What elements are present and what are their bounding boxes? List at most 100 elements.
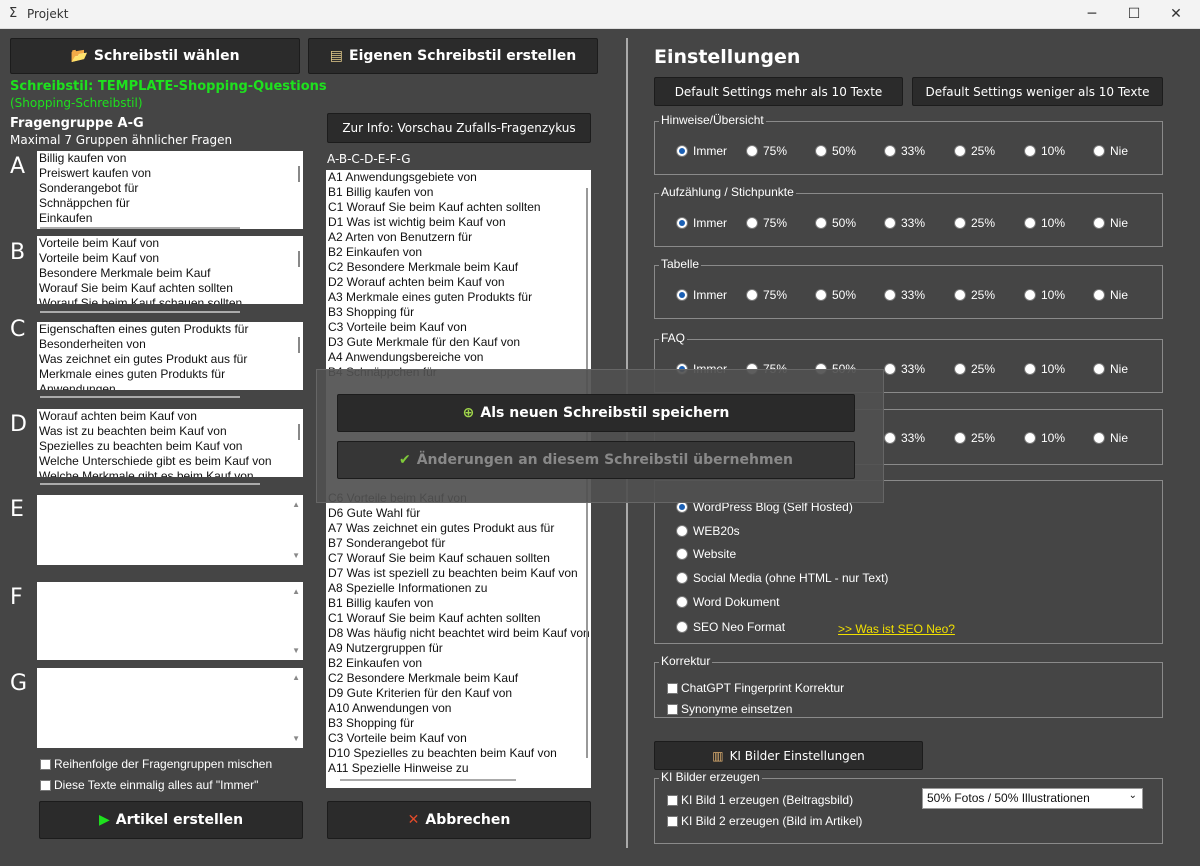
letter-g: G (10, 671, 28, 696)
cross-icon: ✕ (407, 812, 420, 828)
cancel-button[interactable]: ✕ Abbrechen (327, 801, 591, 839)
radio-option[interactable]: 33% (884, 362, 925, 376)
ki-settings-button[interactable]: ▥ KI Bilder Einstellungen (654, 741, 923, 770)
radio-option[interactable]: 33% (884, 288, 925, 302)
scroll-down-icon[interactable]: ▼ (292, 643, 300, 658)
list-item: A11 Spezielle Hinweise zu (328, 761, 469, 775)
radio-option[interactable]: 50% (815, 216, 856, 230)
group-f-textarea[interactable]: ▲ ▼ (37, 582, 303, 660)
radio-option[interactable]: Nie (1093, 144, 1128, 158)
scrollbar[interactable] (298, 251, 300, 267)
group-title: Fragengruppe A-G (10, 116, 144, 131)
radio-option[interactable]: Nie (1093, 288, 1128, 302)
format-option[interactable]: WEB20s (676, 524, 740, 538)
default-more-button[interactable]: Default Settings mehr als 10 Texte (654, 77, 903, 106)
radio-option[interactable]: Immer (676, 144, 727, 158)
app-icon: Σ (9, 6, 18, 21)
format-option[interactable]: Social Media (ohne HTML - nur Text) (676, 571, 888, 585)
radio-option[interactable]: Nie (1093, 362, 1128, 376)
ki-image-2-checkbox[interactable]: KI Bild 2 erzeugen (Bild im Artikel) (667, 814, 862, 828)
ki-ratio-select[interactable]: 50% Fotos / 50% Illustrationen ⌄ (922, 788, 1143, 809)
scrollbar[interactable] (40, 396, 240, 398)
group-g-textarea[interactable]: ▲ ▼ (37, 668, 303, 748)
save-new-style-button[interactable]: ⊕ Als neuen Schreibstil speichern (337, 394, 855, 432)
list-item: A3 Merkmale eines guten Produkts für (328, 290, 533, 304)
list-item: A2 Arten von Benutzern für (328, 230, 473, 244)
list-item: B1 Billig kaufen von (328, 185, 434, 199)
group-a-textarea[interactable]: Billig kaufen von Preiswert kaufen von S… (37, 151, 303, 229)
letter-c: C (10, 317, 26, 342)
create-style-button[interactable]: ▤ Eigenen Schreibstil erstellen (308, 38, 598, 74)
preview-button[interactable]: Zur Info: Vorschau Zufalls-Fragenzykus (327, 113, 591, 143)
scroll-down-icon[interactable]: ▼ (292, 731, 300, 746)
radio-option[interactable]: Immer (676, 288, 727, 302)
list-item: B2 Einkaufen von (328, 245, 423, 259)
scroll-down-icon[interactable]: ▼ (292, 548, 300, 563)
group-c-textarea[interactable]: Eigenschaften eines guten Produkts für B… (37, 322, 303, 390)
radio-option[interactable]: 50% (815, 288, 856, 302)
always-checkbox[interactable]: Diese Texte einmalig alles auf "Immer" (40, 778, 258, 792)
scrollbar[interactable] (298, 424, 300, 440)
minimize-icon[interactable]: ─ (1077, 3, 1107, 25)
radio-option[interactable]: 10% (1024, 216, 1065, 230)
list-item: C1 Worauf Sie beim Kauf achten sollten (328, 200, 541, 214)
scroll-up-icon[interactable]: ▲ (292, 584, 300, 599)
radio-option[interactable]: 75% (746, 144, 787, 158)
radio-option[interactable]: 50% (815, 144, 856, 158)
list-item: D7 Was ist speziell zu beachten beim Kau… (328, 566, 578, 580)
radio-option[interactable]: 10% (1024, 362, 1065, 376)
letter-d: D (10, 412, 27, 437)
radio-option[interactable]: 25% (954, 362, 995, 376)
format-option[interactable]: SEO Neo Format (676, 620, 785, 634)
list-item: C2 Besondere Merkmale beim Kauf (328, 671, 519, 685)
format-option[interactable]: Website (676, 547, 736, 561)
list-item: D1 Was ist wichtig beim Kauf von (328, 215, 506, 229)
letter-e: E (10, 497, 24, 522)
radio-option[interactable]: 10% (1024, 288, 1065, 302)
scrollbar[interactable] (298, 166, 300, 182)
radio-option[interactable]: 25% (954, 288, 995, 302)
play-icon: ▶ (98, 812, 110, 828)
radio-option[interactable]: Nie (1093, 216, 1128, 230)
fingerprint-checkbox[interactable]: ChatGPT Fingerprint Korrektur (667, 681, 844, 695)
radio-option[interactable]: 25% (954, 144, 995, 158)
maximize-icon[interactable]: ☐ (1119, 3, 1149, 25)
radio-option[interactable]: 10% (1024, 144, 1065, 158)
book-icon: ▥ (712, 748, 724, 763)
radio-option[interactable]: 75% (746, 288, 787, 302)
scroll-up-icon[interactable]: ▲ (292, 497, 300, 512)
list-item: D3 Gute Merkmale für den Kauf von (328, 335, 521, 349)
list-item: B1 Billig kaufen von (328, 596, 434, 610)
mix-groups-checkbox[interactable]: Reihenfolge der Fragengruppen mischen (40, 757, 272, 771)
format-option[interactable]: Word Dokument (676, 595, 779, 609)
scrollbar[interactable] (298, 337, 300, 353)
default-less-button[interactable]: Default Settings weniger als 10 Texte (912, 77, 1163, 106)
scrollbar[interactable] (40, 227, 240, 229)
document-icon: ▤ (329, 48, 343, 64)
scrollbar[interactable] (40, 311, 240, 313)
radio-option[interactable]: 75% (746, 216, 787, 230)
list-item: A10 Anwendungen von (328, 701, 452, 715)
ki-image-1-checkbox[interactable]: KI Bild 1 erzeugen (Beitragsbild) (667, 793, 853, 807)
radio-option[interactable]: 25% (954, 216, 995, 230)
list-item: B7 Sonderangebot für (328, 536, 446, 550)
group-d-textarea[interactable]: Worauf achten beim Kauf von Was ist zu b… (37, 409, 303, 477)
radio-option[interactable]: 33% (884, 216, 925, 230)
synonyms-checkbox[interactable]: Synonyme einsetzen (667, 702, 792, 716)
title-bar: Σ Projekt ─ ☐ ✕ (0, 0, 1200, 29)
seo-neo-link[interactable]: >> Was ist SEO Neo? (838, 622, 955, 636)
radio-option[interactable]: 33% (884, 144, 925, 158)
group-b-textarea[interactable]: Vorteile beim Kauf von Vorteile beim Kau… (37, 236, 303, 304)
list-item: D10 Spezielles zu beachten beim Kauf von (328, 746, 557, 760)
scrollbar[interactable] (40, 483, 260, 485)
apply-changes-button[interactable]: ✔ Änderungen an diesem Schreibstil übern… (337, 441, 855, 479)
window-title: Projekt (27, 7, 69, 21)
scrollbar[interactable] (340, 779, 516, 781)
create-article-button[interactable]: ▶ Artikel erstellen (39, 801, 303, 839)
close-icon[interactable]: ✕ (1161, 3, 1191, 25)
group-e-textarea[interactable]: ▲ ▼ (37, 495, 303, 565)
radio-option[interactable]: Immer (676, 216, 727, 230)
scroll-up-icon[interactable]: ▲ (292, 670, 300, 685)
choose-style-button[interactable]: 📂 Schreibstil wählen (10, 38, 300, 74)
list-item: C1 Worauf Sie beim Kauf achten sollten (328, 611, 541, 625)
